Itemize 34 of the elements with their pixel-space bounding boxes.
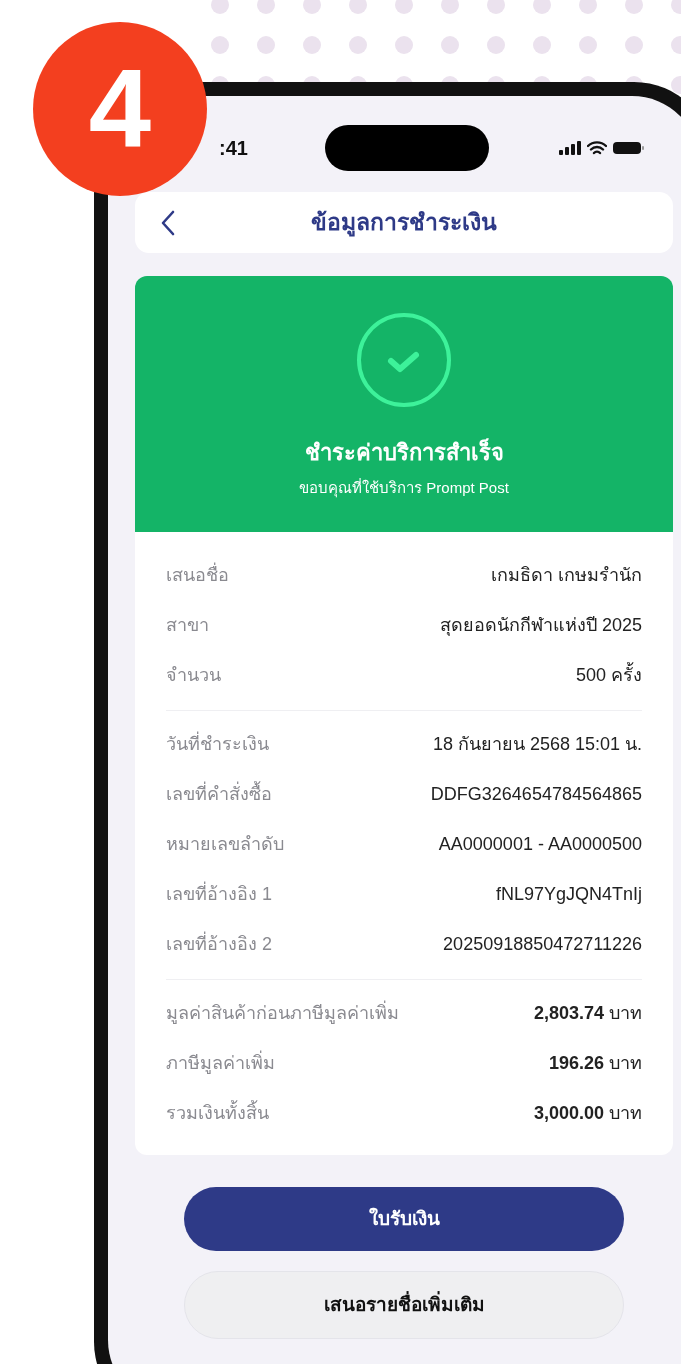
detail-label: หมายเลขลำดับ (166, 832, 284, 856)
receipt-button[interactable]: ใบรับเงิน (184, 1187, 624, 1251)
nominate-more-button[interactable]: เสนอรายชื่อเพิ่มเติม (184, 1271, 624, 1339)
detail-label: สาขา (166, 613, 209, 637)
back-icon[interactable] (161, 209, 175, 236)
detail-value: เกมธิดา เกษมรำนัก (491, 563, 642, 587)
detail-label: เลขที่คำสั่งซื้อ (166, 780, 272, 806)
success-subtitle: ขอบคุณที่ใช้บริการ Prompt Post (299, 477, 509, 500)
detail-value: 18 กันยายน 2568 15:01 น. (432, 732, 642, 756)
status-time: :41 (218, 136, 249, 161)
check-circle-icon (356, 312, 452, 408)
detail-label: มูลค่าสินค้าก่อนภาษีมูลค่าเพิ่ม (166, 999, 399, 1026)
detail-value: 2,803.74 บาท (533, 1001, 642, 1025)
detail-value: DDFG3264654784564865 (430, 782, 642, 806)
detail-value: 196.26 บาท (548, 1051, 642, 1075)
battery-icon (613, 141, 645, 155)
page-title: ข้อมูลการชำระเงิน (311, 208, 497, 239)
detail-value: fNL97YgJQN4TnIj (495, 882, 642, 906)
detail-label: วันที่ชำระเงิน (166, 730, 269, 756)
detail-value: สุดยอดนักกีฬาแห่งปี 2025 (439, 613, 642, 638)
step-number-badge: 4 (33, 22, 207, 196)
detail-value: 500 ครั้ง (575, 661, 642, 687)
detail-value: 20250918850472711226 (443, 932, 642, 956)
detail-label: เลขที่อ้างอิง 2 (166, 930, 272, 956)
detail-value: AA0000001 - AA0000500 (438, 832, 642, 856)
detail-label: เลขที่อ้างอิง 1 (166, 880, 272, 906)
wifi-icon (587, 140, 607, 156)
detail-label: เสนอชื่อ (166, 561, 229, 587)
detail-value: 3,000.00 บาท (533, 1101, 642, 1125)
signal-icon (559, 141, 581, 155)
success-title: ชำระค่าบริการสำเร็จ (304, 437, 504, 467)
detail-label: ภาษีมูลค่าเพิ่ม (166, 1049, 275, 1076)
detail-label: จำนวน (166, 663, 221, 687)
detail-label: รวมเงินทั้งสิ้น (166, 1099, 269, 1125)
